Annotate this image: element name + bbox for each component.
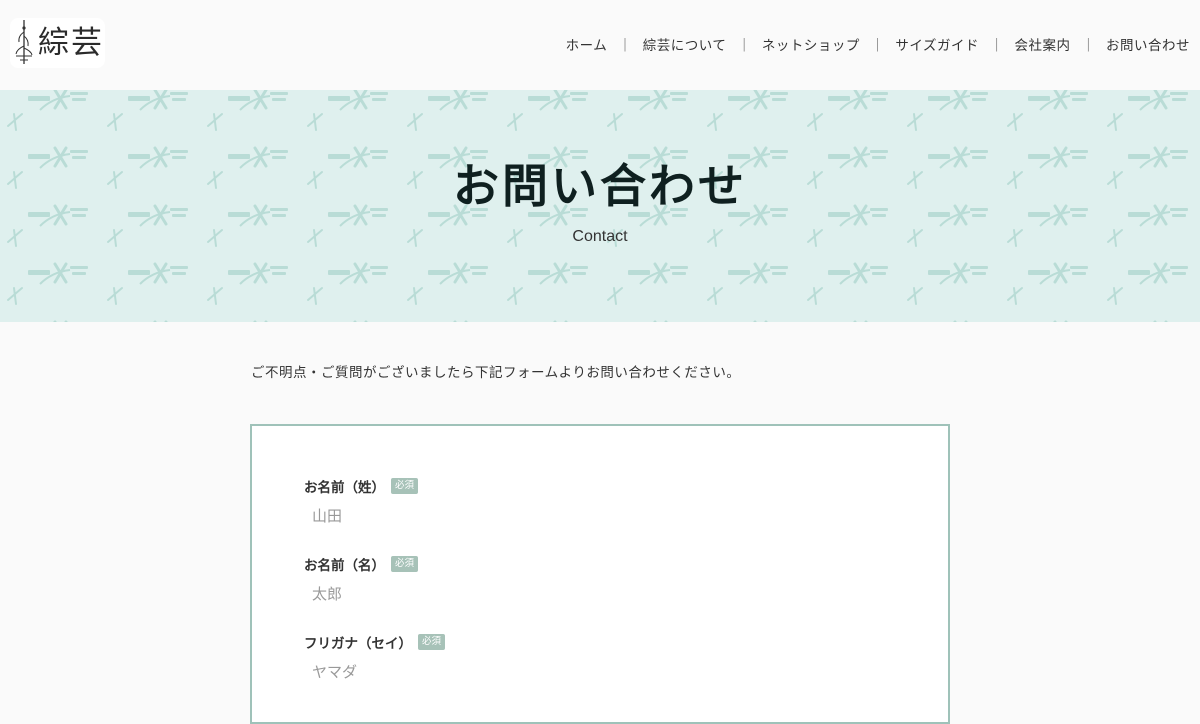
main-nav: ホーム ｜ 綜芸について ｜ ネットショップ ｜ サイズガイド ｜ 会社案内 ｜…: [566, 34, 1190, 54]
required-badge: 必須: [418, 634, 446, 650]
first-name-label: お名前（名）: [304, 558, 385, 574]
last-name-input[interactable]: [306, 504, 866, 528]
form-intro-text: ご不明点・ご質問がございましたら下記フォームよりお問い合わせください。: [251, 365, 741, 381]
page-hero: お問い合わせ Contact: [0, 90, 1200, 322]
field-label-row: お名前（姓） 必須: [304, 476, 866, 496]
field-label-row: フリガナ（セイ） 必須: [304, 632, 866, 652]
page-title: お問い合わせ: [453, 159, 747, 213]
contact-form: お名前（姓） 必須 お名前（名） 必須 フリガナ（セイ） 必須: [250, 424, 950, 724]
logo-text: 綜芸: [38, 24, 104, 61]
site-logo[interactable]: 綜芸: [10, 18, 105, 68]
nav-item-shop[interactable]: ネットショップ: [762, 34, 860, 54]
form-field-first-name: お名前（名） 必須: [304, 554, 866, 606]
nav-separator: ｜: [1081, 38, 1096, 54]
nav-item-company[interactable]: 会社案内: [1015, 34, 1071, 54]
nav-item-size-guide[interactable]: サイズガイド: [895, 34, 979, 54]
nav-item-home[interactable]: ホーム: [566, 34, 608, 54]
nav-separator: ｜: [618, 38, 632, 54]
required-badge: 必須: [391, 478, 419, 494]
nav-item-contact[interactable]: お問い合わせ: [1106, 34, 1190, 54]
required-badge: 必須: [391, 556, 419, 572]
nav-separator: ｜: [870, 38, 885, 54]
site-header: 綜芸 ホーム ｜ 綜芸について ｜ ネットショップ ｜ サイズガイド ｜ 会社案…: [0, 0, 1200, 90]
nav-item-about[interactable]: 綜芸について: [643, 34, 727, 54]
nav-separator: ｜: [737, 38, 751, 54]
nav-separator: ｜: [990, 38, 1004, 54]
first-name-input[interactable]: [306, 582, 866, 606]
last-name-kana-label: フリガナ（セイ）: [304, 636, 412, 652]
form-field-last-name-kana: フリガナ（セイ） 必須: [304, 632, 866, 684]
form-field-last-name: お名前（姓） 必須: [304, 476, 866, 528]
logo-figure-icon: [15, 20, 33, 64]
field-label-row: お名前（名） 必須: [304, 554, 866, 574]
last-name-kana-input[interactable]: [306, 660, 866, 684]
page-subtitle: Contact: [572, 228, 628, 245]
last-name-label: お名前（姓）: [304, 480, 385, 496]
